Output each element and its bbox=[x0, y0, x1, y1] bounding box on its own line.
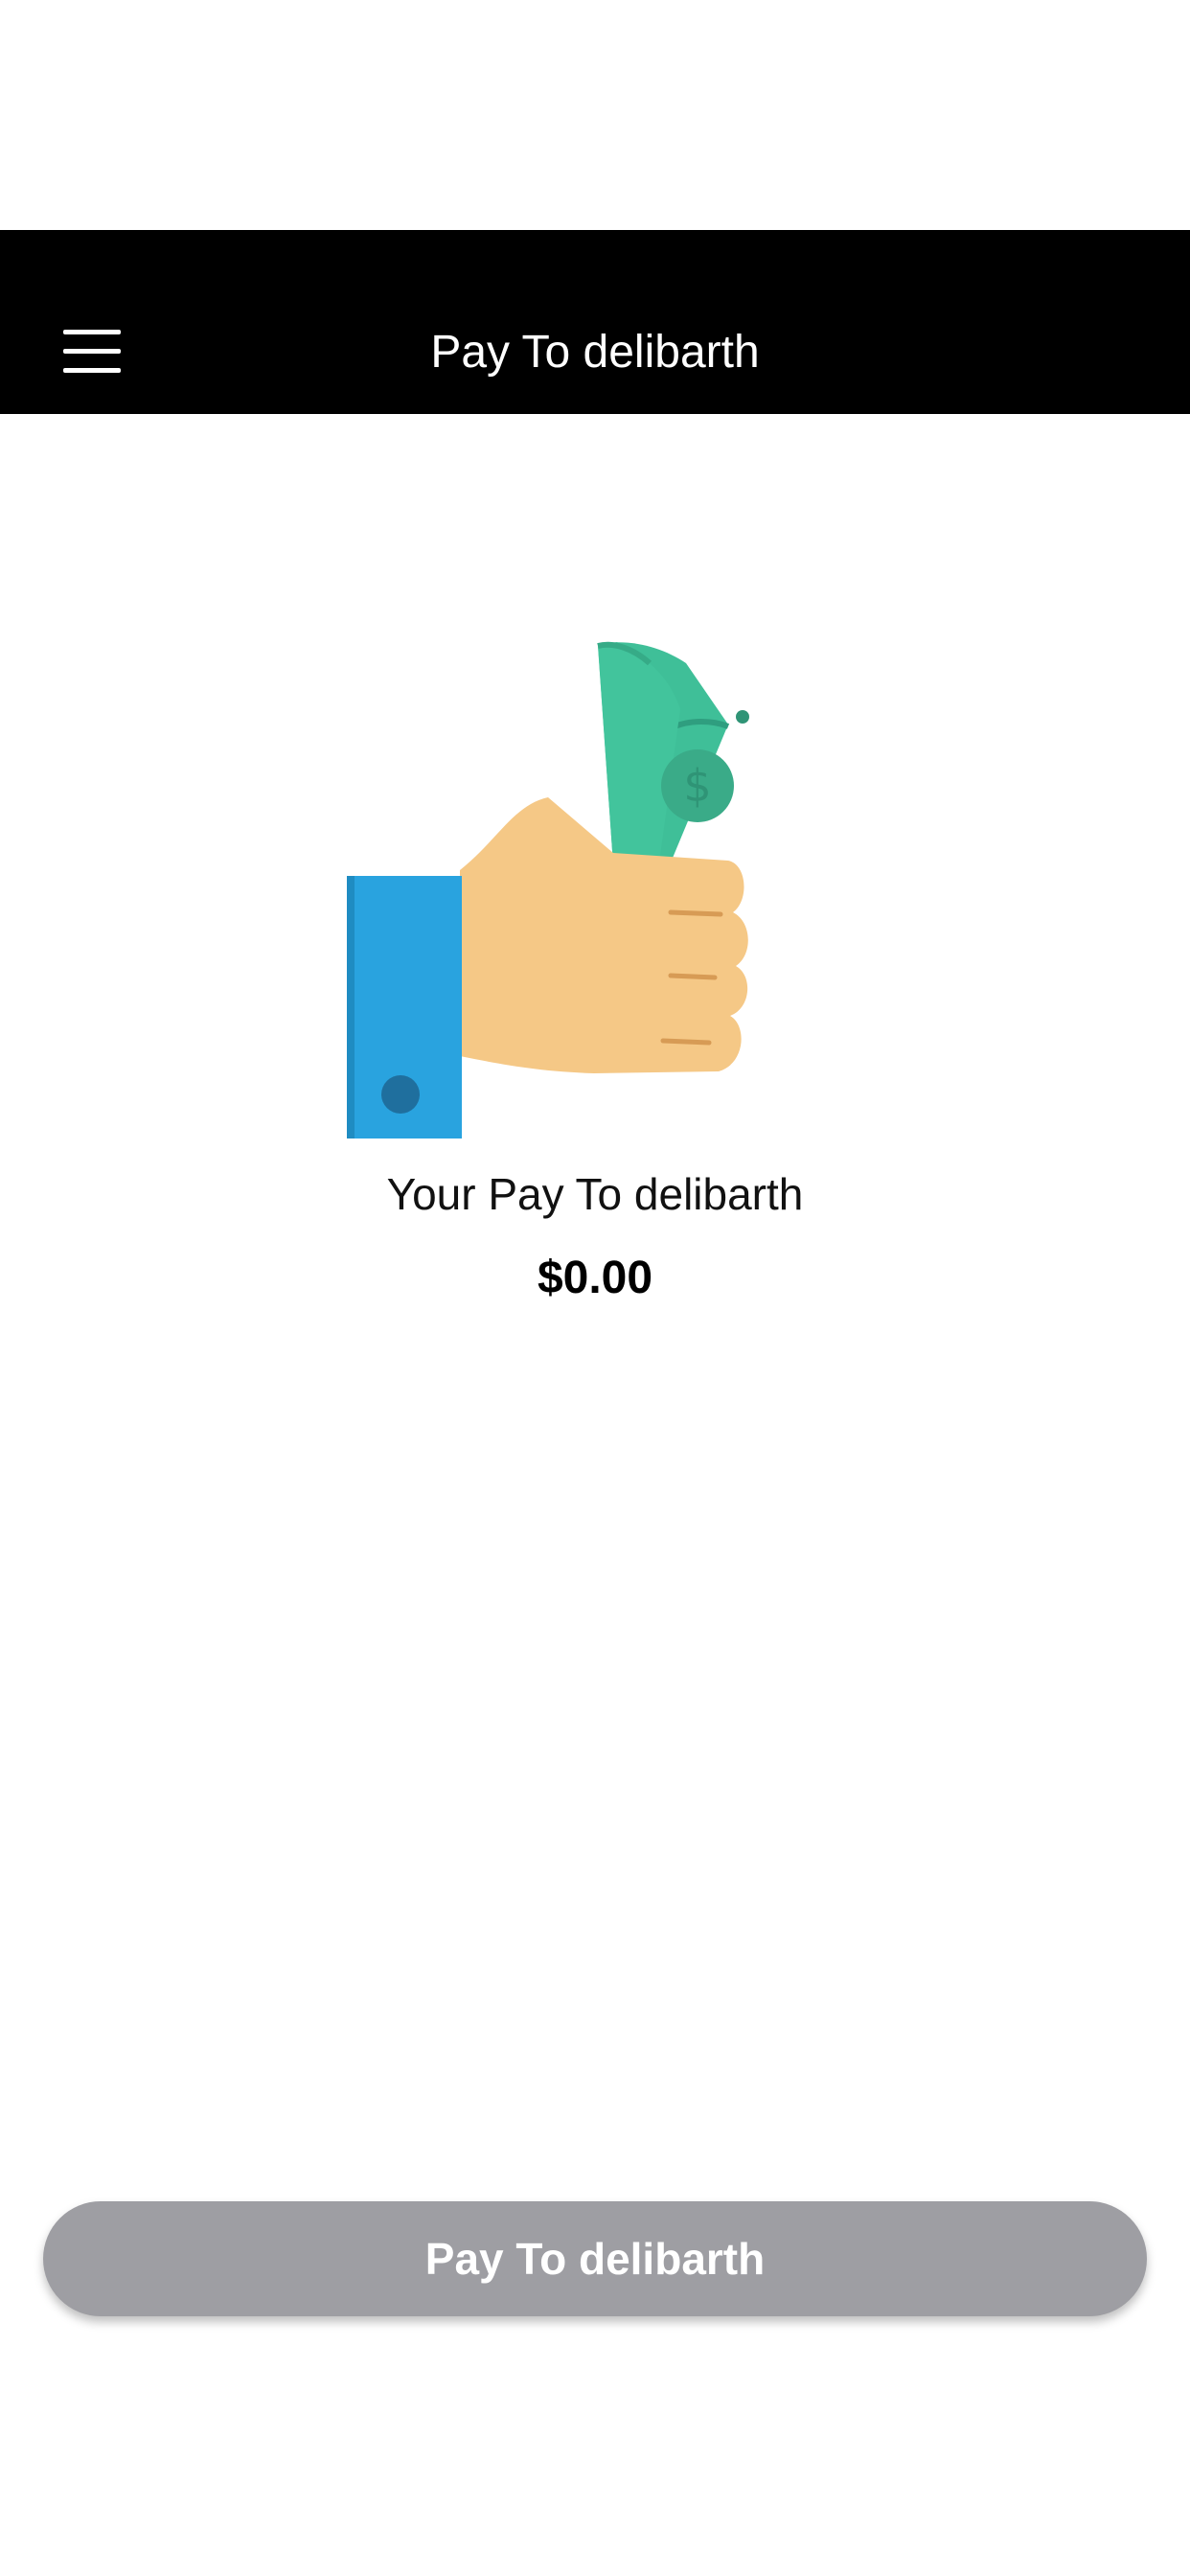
hand-holding-money-icon: $ bbox=[326, 613, 862, 1150]
status-bar-area bbox=[0, 0, 1190, 230]
page-title: Pay To delibarth bbox=[430, 327, 760, 378]
pay-button[interactable]: Pay To delibarth bbox=[43, 2201, 1147, 2316]
pay-screen: Pay To delibarth $ Your Pay To delibarth… bbox=[0, 0, 1190, 2576]
svg-text:$: $ bbox=[683, 760, 711, 812]
pay-amount: $0.00 bbox=[537, 1253, 653, 1303]
pay-to-label: Your Pay To delibarth bbox=[386, 1169, 804, 1219]
navigation-bar: Pay To delibarth bbox=[0, 230, 1190, 414]
